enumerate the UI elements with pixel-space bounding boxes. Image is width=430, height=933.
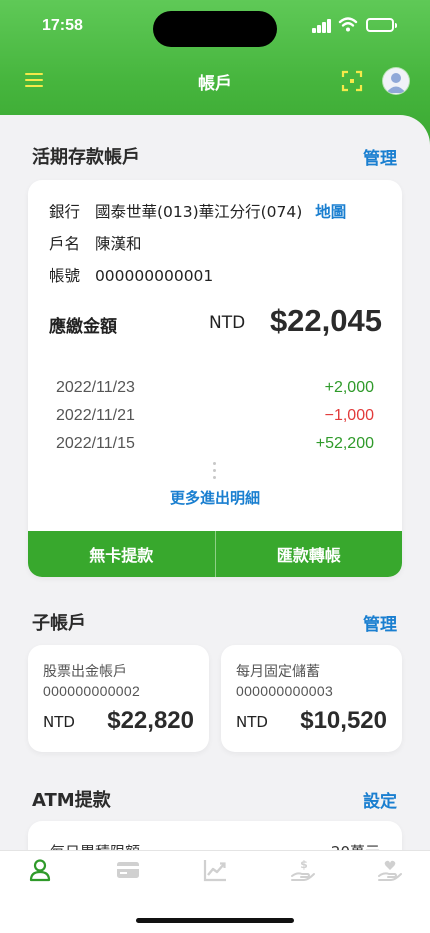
scan-icon[interactable] [341,70,363,92]
atm-limit-label: 每日累積限額 [50,841,140,850]
account-row: 帳號 000000000001 [49,264,213,286]
sub-account-number: 000000000003 [236,683,334,699]
more-transactions-link[interactable]: 更多進出明細 [28,487,402,508]
bank-row: 銀行 國泰世華(013)華江分行(074) 地圖 [49,200,346,222]
person-icon[interactable] [27,857,53,883]
sub-account-amount: $10,520 [300,707,387,734]
sub-account-currency: NTD [43,713,75,731]
transfer-button[interactable]: 匯款轉帳 [214,531,402,577]
transaction-date: 2022/11/21 [56,407,135,424]
due-amount: $22,045 [269,303,382,338]
account-label: 帳號 [49,267,81,285]
sub-account-currency: NTD [236,713,268,731]
battery-icon [366,18,397,32]
account-value: 000000000001 [94,267,214,285]
transaction-amount: −1,000 [324,407,374,424]
sub-account-number: 000000000002 [43,683,141,699]
home-indicator [136,918,294,923]
savings-section-title: 活期存款帳戶 [32,147,140,168]
name-row: 戶名 陳漢和 [49,232,141,254]
transaction-date: 2022/11/23 [56,379,135,396]
card-icon[interactable] [115,857,141,883]
atm-limit-card: 每日累積限額 20萬元 [28,821,402,850]
sub-accounts-section-title: 子帳戶 [32,613,86,634]
sub-account-name: 每月固定儲蓄 [236,664,320,680]
name-value: 陳漢和 [94,235,142,253]
status-time: 17:58 [42,17,83,34]
atm-limit-value: 20萬元 [331,841,380,850]
savings-account-card: 銀行 國泰世華(013)華江分行(074) 地圖 戶名 陳漢和 帳號 00000… [28,180,402,577]
camera-notch [153,11,277,47]
transaction-date: 2022/11/15 [56,435,135,452]
page-title: 帳戶 [198,74,232,94]
name-label: 戶名 [49,235,81,253]
sub-account-amount: $22,820 [107,707,194,734]
transaction-amount: +52,200 [315,435,374,452]
avatar-icon[interactable] [383,68,409,94]
bank-label: 銀行 [49,203,81,221]
atm-settings-link[interactable]: 設定 [363,787,397,812]
signal-icon [312,19,332,33]
cardless-withdrawal-button[interactable]: 無卡提款 [28,531,215,577]
sub-account-card[interactable]: 股票出金帳戶 000000000002 NTD $22,820 [28,645,209,752]
atm-section-title: ATM提款 [32,790,111,811]
sub-account-name: 股票出金帳戶 [43,664,127,680]
wifi-icon [338,17,358,32]
bank-value: 國泰世華(013)華江分行(074) [94,203,303,221]
main-content: 活期存款帳戶 管理 銀行 國泰世華(013)華江分行(074) 地圖 戶名 陳漢… [0,115,430,850]
savings-manage-link[interactable]: 管理 [363,144,397,169]
sub-account-card[interactable]: 每月固定儲蓄 000000000003 NTD $10,520 [221,645,402,752]
map-link[interactable]: 地圖 [315,203,346,221]
transaction-amount: +2,000 [324,379,374,396]
svg-text:$: $ [300,858,308,871]
sub-accounts-manage-link[interactable]: 管理 [363,610,397,635]
chart-icon[interactable] [202,857,228,883]
due-currency: NTD [209,313,246,333]
more-dots-icon [213,462,217,483]
hand-heart-icon[interactable] [377,857,403,883]
hand-dollar-icon[interactable]: $ [290,857,316,883]
action-buttons: 無卡提款 匯款轉帳 [28,531,402,577]
due-label: 應繳金額 [49,317,117,337]
